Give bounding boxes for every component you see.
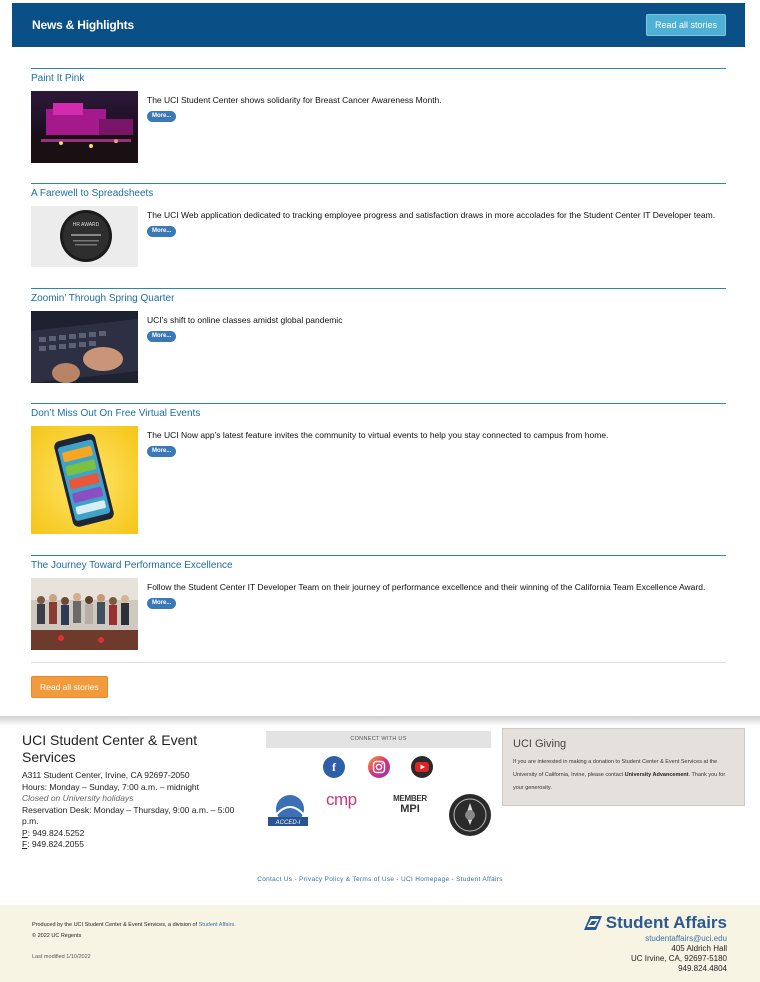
sa-address-line1: 405 Aldrich Hall — [671, 944, 727, 953]
article-thumbnail[interactable]: HR AWARD — [31, 206, 138, 267]
address: A311 Student Center, Irvine, CA 92697-20… — [22, 770, 190, 780]
article-thumbnail[interactable] — [31, 578, 138, 650]
article-title-link[interactable]: The Journey Toward Performance Excellenc… — [31, 560, 233, 571]
more-button[interactable]: More... — [147, 446, 177, 457]
student-affairs-logo-icon — [583, 916, 602, 930]
produced-by: Produced by the UCI Student Center & Eve… — [32, 920, 236, 931]
news-header: News & Highlights Read all stories — [12, 3, 745, 47]
produced-by-link[interactable]: Student Affairs. — [199, 922, 236, 928]
article-item: The Journey Toward Performance Excellenc… — [31, 555, 726, 655]
article-thumbnail[interactable] — [31, 91, 138, 163]
sa-email-link[interactable]: studentaffairs@uci.edu — [584, 934, 727, 944]
uci-homepage-link[interactable]: UCI Homepage — [401, 876, 449, 883]
privacy-policy-link[interactable]: Privacy Policy & Terms of Use — [299, 876, 394, 883]
article-title-link[interactable]: A Farewell to Spreadsheets — [31, 188, 153, 199]
article-thumbnail[interactable] — [31, 311, 138, 383]
bottom-bar: Produced by the UCI Student Center & Eve… — [0, 905, 760, 982]
contact-info: A311 Student Center, Irvine, CA 92697-20… — [22, 770, 242, 851]
article-summary: The UCI Web application dedicated to tra… — [147, 210, 716, 220]
fax: F: 949.824.2055 — [22, 839, 242, 851]
student-affairs-logo-text: Student Affairs — [605, 913, 727, 932]
reservation-hours: Reservation Desk: Monday – Thursday, 9:0… — [22, 804, 235, 827]
article-title-link[interactable]: Paint It Pink — [31, 73, 84, 84]
more-button[interactable]: More... — [147, 226, 177, 237]
article-title-link[interactable]: Zoomin’ Through Spring Quarter — [31, 293, 174, 304]
article-item: Don’t Miss Out On Free Virtual Events Th… — [31, 403, 726, 549]
mpi-badge: MEMBER MPI — [388, 794, 432, 815]
more-button[interactable]: More... — [147, 598, 177, 609]
last-modified: Last modified 1/10/2022 — [32, 954, 91, 960]
section-title: News & Highlights — [32, 18, 134, 32]
university-advancement-link[interactable]: University Advancement — [625, 772, 689, 778]
instagram-icon[interactable] — [368, 756, 390, 778]
holiday-note: Closed on University holidays — [22, 793, 134, 803]
article-item: Paint It Pink The UCI Student Center sho… — [31, 68, 726, 178]
sa-address-line2: UC Irvine, CA, 92697-5180 — [630, 954, 727, 963]
article-title-link[interactable]: Don’t Miss Out On Free Virtual Events — [31, 408, 200, 419]
footer-links: Contact Us - Privacy Policy & Terms of U… — [257, 876, 503, 883]
plaque-text: HR AWARD — [73, 222, 100, 228]
phone: P: 949.824.5252 — [22, 828, 242, 840]
seal-badge — [448, 793, 492, 837]
cmp-badge: cmp — [326, 790, 357, 809]
article-item: Zoomin’ Through Spring Quarter UCI’s shi… — [31, 288, 726, 398]
facebook-icon[interactable]: f — [323, 756, 345, 778]
contact-us-link[interactable]: Contact Us — [257, 876, 292, 883]
sa-phone: 949.824.4804 — [678, 964, 727, 973]
article-summary: The UCI Now app’s latest feature invites… — [147, 430, 609, 440]
giving-panel: UCI Giving If you are interested in maki… — [502, 728, 745, 806]
article-summary: The UCI Student Center shows solidarity … — [147, 95, 442, 105]
copyright: © 2022 UC Regents — [32, 933, 82, 939]
youtube-icon[interactable] — [411, 756, 433, 778]
hours: Hours: Monday – Sunday, 7:00 a.m. – midn… — [22, 781, 200, 792]
article-thumbnail[interactable] — [31, 426, 138, 534]
more-button[interactable]: More... — [147, 331, 177, 342]
more-button[interactable]: More... — [147, 111, 177, 122]
read-all-stories-bottom-button[interactable]: Read all stories — [31, 676, 108, 698]
produced-by-text: Produced by the UCI Student Center & Eve… — [32, 922, 198, 928]
org-name: UCI Student Center & Event Services — [22, 732, 198, 765]
article-item: A Farewell to Spreadsheets HR AWARD The … — [31, 183, 726, 283]
footer-separator — [0, 716, 760, 726]
mpi-top-text: MEMBER — [393, 794, 427, 803]
phone-number[interactable]: : 949.824.5252 — [28, 828, 85, 838]
student-affairs-logo[interactable]: Student Affairs — [583, 913, 727, 933]
acced-badge: ACCED-I — [266, 793, 310, 829]
connect-heading: CONNECT WITH US — [266, 731, 491, 748]
article-summary: Follow the Student Center IT Developer T… — [147, 582, 706, 592]
student-affairs-link[interactable]: Student Affairs — [456, 876, 503, 883]
acced-text: ACCED-I — [275, 820, 301, 826]
giving-text: If you are interested in making a donati… — [513, 756, 734, 795]
article-summary: UCI’s shift to online classes amidst glo… — [147, 315, 343, 325]
fax-number: : 949.824.2055 — [27, 839, 84, 849]
read-all-stories-button[interactable]: Read all stories — [645, 14, 726, 36]
mpi-bottom-text: MPI — [400, 803, 420, 815]
divider — [31, 662, 726, 663]
giving-title: UCI Giving — [513, 738, 567, 750]
